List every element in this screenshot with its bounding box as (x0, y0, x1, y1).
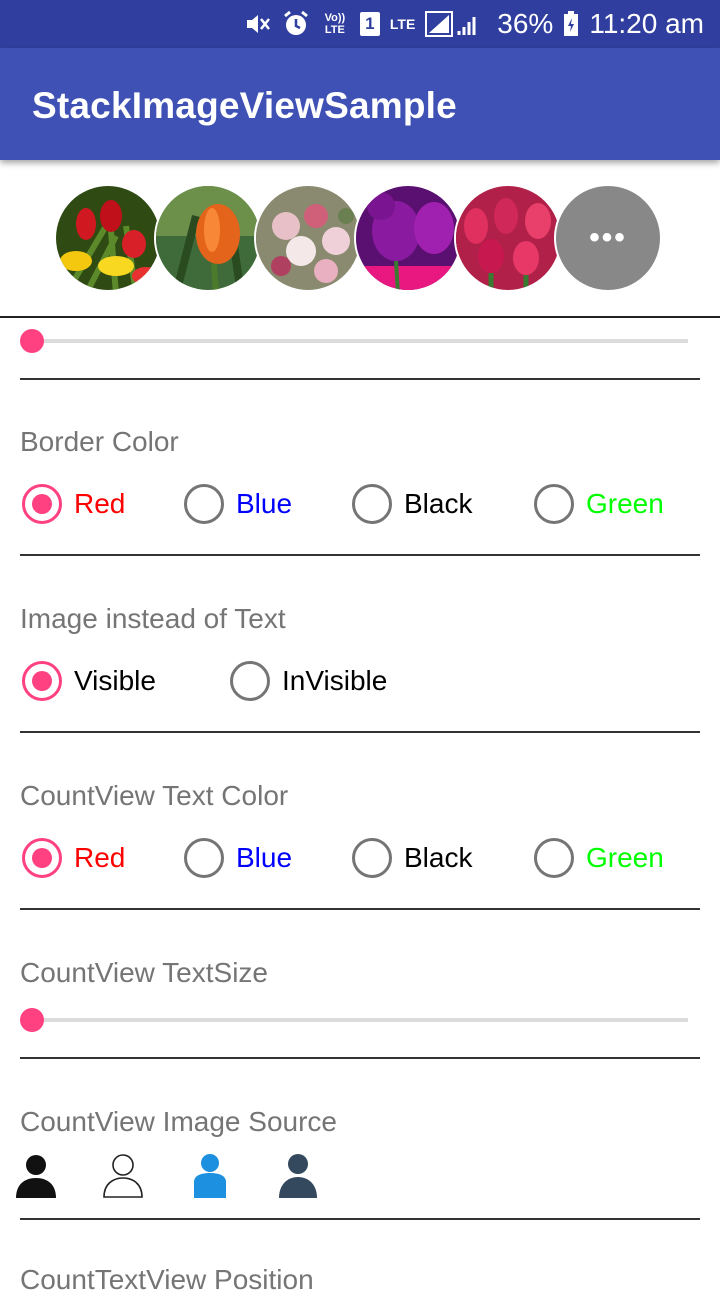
more-images-button[interactable]: ••• (554, 184, 662, 292)
radio-unchecked-icon (184, 484, 224, 524)
person-black-icon[interactable] (14, 1152, 58, 1198)
divider (20, 908, 700, 910)
radio-checked-icon (22, 661, 62, 701)
person-outline-icon[interactable] (101, 1152, 145, 1198)
border-color-label: Border Color (20, 426, 179, 457)
mute-icon (246, 15, 270, 33)
divider (20, 554, 700, 556)
radio-unchecked-icon (184, 838, 224, 878)
countview-textsize-slider[interactable] (20, 1008, 688, 1032)
radio-label: Red (74, 842, 126, 873)
radio-label: Red (74, 488, 126, 519)
person-blue-icon[interactable] (188, 1152, 232, 1198)
preview-divider (0, 316, 720, 318)
countview-color-red-radio[interactable]: Red (22, 838, 125, 878)
radio-label: Green (586, 842, 664, 873)
slider-track (32, 1018, 688, 1022)
stack-image-5[interactable] (454, 184, 562, 292)
divider (20, 1218, 700, 1220)
countview-text-color-label: CountView Text Color (20, 780, 289, 811)
radio-checked-icon (22, 838, 62, 878)
radio-label: Blue (236, 488, 293, 519)
stack-image-4[interactable] (354, 184, 462, 292)
image-instead-of-text-label: Image instead of Text (20, 603, 286, 634)
signal-icon (425, 11, 476, 37)
stack-image-2[interactable] (154, 184, 262, 292)
radio-unchecked-icon (352, 838, 392, 878)
slider-track (32, 339, 688, 343)
radio-label: Visible (74, 665, 156, 696)
countview-color-green-radio[interactable]: Green (534, 838, 664, 878)
battery-icon (564, 11, 579, 36)
person-dark-blue-icon[interactable] (276, 1152, 320, 1198)
radio-unchecked-icon (352, 484, 392, 524)
more-label: ••• (589, 221, 627, 254)
slider-thumb[interactable] (20, 1008, 44, 1032)
radio-label: Blue (236, 842, 293, 873)
invisible-radio[interactable]: InVisible (230, 661, 387, 701)
radio-unchecked-icon (534, 484, 574, 524)
visible-radio[interactable]: Visible (22, 661, 156, 701)
countview-color-black-radio[interactable]: Black (352, 838, 472, 878)
border-color-black-radio[interactable]: Black (352, 484, 472, 524)
stack-image-view[interactable]: ••• (0, 160, 720, 318)
app-title: StackImageViewSample (32, 85, 457, 126)
radio-unchecked-icon (230, 661, 270, 701)
stack-image-1[interactable] (54, 184, 162, 292)
count-textview-position-label: CountTextView Position (20, 1264, 314, 1295)
status-bar: Vo)) LTE 1 LTE 36% 11:20 am (0, 0, 720, 48)
radio-label: InVisible (282, 665, 388, 696)
border-color-green-radio[interactable]: Green (534, 484, 664, 524)
alarm-icon (283, 10, 308, 35)
battery-percent: 36% (497, 8, 554, 39)
clock: 11:20 am (589, 8, 704, 39)
divider (20, 1057, 700, 1059)
border-color-red-radio[interactable]: Red (22, 484, 125, 524)
radio-label: Black (404, 842, 473, 873)
sim-number: 1 (365, 14, 375, 33)
lte-label: LTE (389, 16, 416, 32)
countview-color-blue-radio[interactable]: Blue (184, 838, 292, 878)
radio-checked-icon (22, 484, 62, 524)
stack-size-slider[interactable] (20, 329, 688, 353)
countview-image-source-label: CountView Image Source (20, 1106, 337, 1137)
divider (20, 731, 700, 733)
slider-thumb[interactable] (20, 329, 44, 353)
border-color-blue-radio[interactable]: Blue (184, 484, 292, 524)
sim-icon: 1 (359, 12, 380, 36)
volte-icon: Vo)) LTE (324, 12, 346, 36)
stack-image-3[interactable] (254, 184, 362, 292)
divider (20, 378, 700, 380)
radio-unchecked-icon (534, 838, 574, 878)
app-bar: StackImageViewSample (0, 48, 720, 160)
radio-label: Green (586, 488, 664, 519)
radio-label: Black (404, 488, 473, 519)
countview-textsize-label: CountView TextSize (20, 957, 268, 988)
